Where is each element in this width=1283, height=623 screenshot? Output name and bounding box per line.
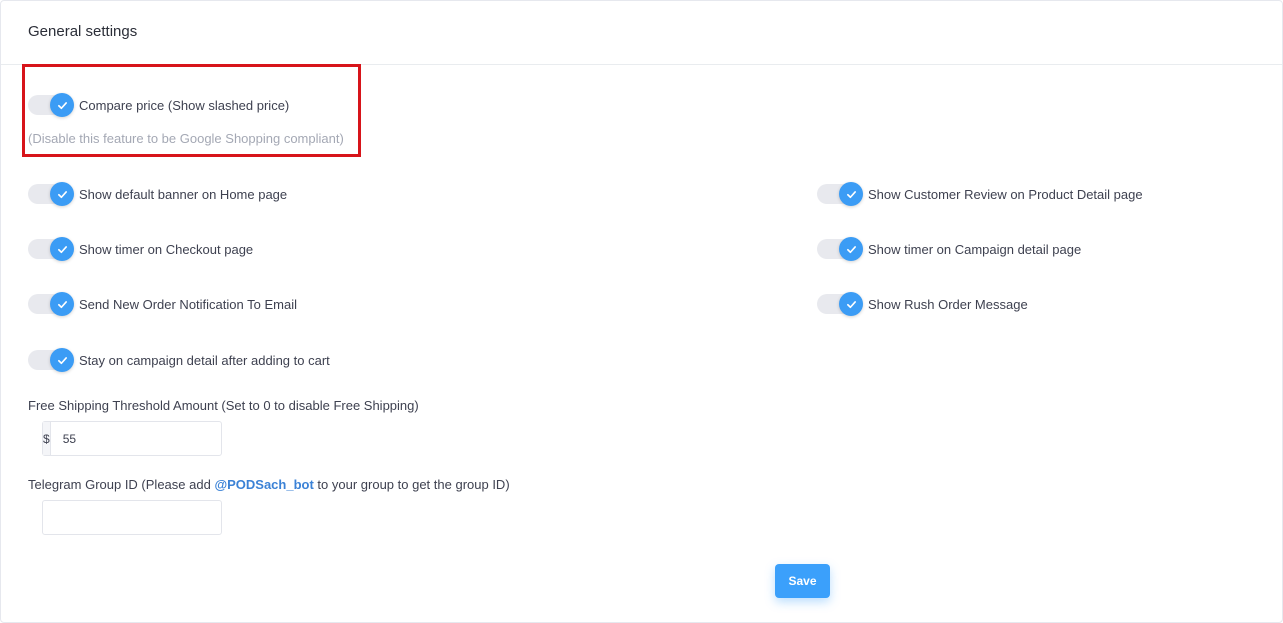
page-title: General settings	[28, 23, 138, 40]
check-icon	[57, 190, 67, 198]
currency-prefix: $	[43, 422, 51, 455]
show-rush-order-toggle[interactable]	[817, 291, 863, 317]
send-order-notification-label: Send New Order Notification To Email	[79, 296, 297, 312]
compare-price-setting: Compare price (Show slashed price)	[28, 91, 289, 119]
show-default-banner-setting: Show default banner on Home page	[28, 180, 287, 208]
send-order-notification-setting: Send New Order Notification To Email	[28, 290, 297, 318]
show-timer-campaign-setting: Show timer on Campaign detail page	[817, 235, 1081, 263]
show-timer-campaign-label: Show timer on Campaign detail page	[868, 241, 1082, 257]
free-shipping-input[interactable]	[50, 422, 230, 455]
toggle-knob	[839, 237, 863, 261]
check-icon	[846, 190, 856, 198]
toggle-knob	[50, 237, 74, 261]
show-timer-checkout-toggle[interactable]	[28, 236, 74, 262]
telegram-label-prefix: Telegram Group ID (Please add	[28, 477, 215, 492]
compare-price-label: Compare price (Show slashed price)	[79, 97, 290, 113]
toggle-knob	[50, 348, 74, 372]
show-timer-checkout-label: Show timer on Checkout page	[79, 241, 254, 257]
telegram-bot-link[interactable]: @PODSach_bot	[214, 477, 313, 492]
check-icon	[57, 101, 67, 109]
toggle-knob	[50, 292, 74, 316]
show-default-banner-label: Show default banner on Home page	[79, 186, 288, 202]
check-icon	[57, 356, 67, 364]
compare-price-toggle[interactable]	[28, 92, 74, 118]
telegram-label: Telegram Group ID (Please add @PODSach_b…	[28, 477, 510, 492]
stay-on-campaign-toggle[interactable]	[28, 347, 74, 373]
free-shipping-label: Free Shipping Threshold Amount (Set to 0…	[28, 398, 419, 413]
check-icon	[846, 300, 856, 308]
telegram-label-suffix: to your group to get the group ID)	[313, 477, 510, 492]
show-customer-review-setting: Show Customer Review on Product Detail p…	[817, 180, 1143, 208]
check-icon	[846, 245, 856, 253]
check-icon	[57, 245, 67, 253]
telegram-group-id-input[interactable]	[42, 500, 222, 535]
stay-on-campaign-setting: Stay on campaign detail after adding to …	[28, 346, 330, 374]
compare-price-hint: (Disable this feature to be Google Shopp…	[28, 131, 344, 146]
show-timer-checkout-setting: Show timer on Checkout page	[28, 235, 253, 263]
toggle-knob	[839, 292, 863, 316]
send-order-notification-toggle[interactable]	[28, 291, 74, 317]
show-rush-order-setting: Show Rush Order Message	[817, 290, 1028, 318]
card-header: General settings	[1, 1, 1282, 65]
check-icon	[57, 300, 67, 308]
show-timer-campaign-toggle[interactable]	[817, 236, 863, 262]
toggle-knob	[839, 182, 863, 206]
toggle-knob	[50, 93, 74, 117]
toggle-knob	[50, 182, 74, 206]
stay-on-campaign-label: Stay on campaign detail after adding to …	[79, 352, 330, 368]
show-customer-review-label: Show Customer Review on Product Detail p…	[868, 186, 1143, 202]
show-rush-order-label: Show Rush Order Message	[868, 296, 1028, 312]
show-default-banner-toggle[interactable]	[28, 181, 74, 207]
free-shipping-input-group: $	[42, 421, 230, 456]
show-customer-review-toggle[interactable]	[817, 181, 863, 207]
save-button[interactable]: Save	[775, 564, 830, 598]
